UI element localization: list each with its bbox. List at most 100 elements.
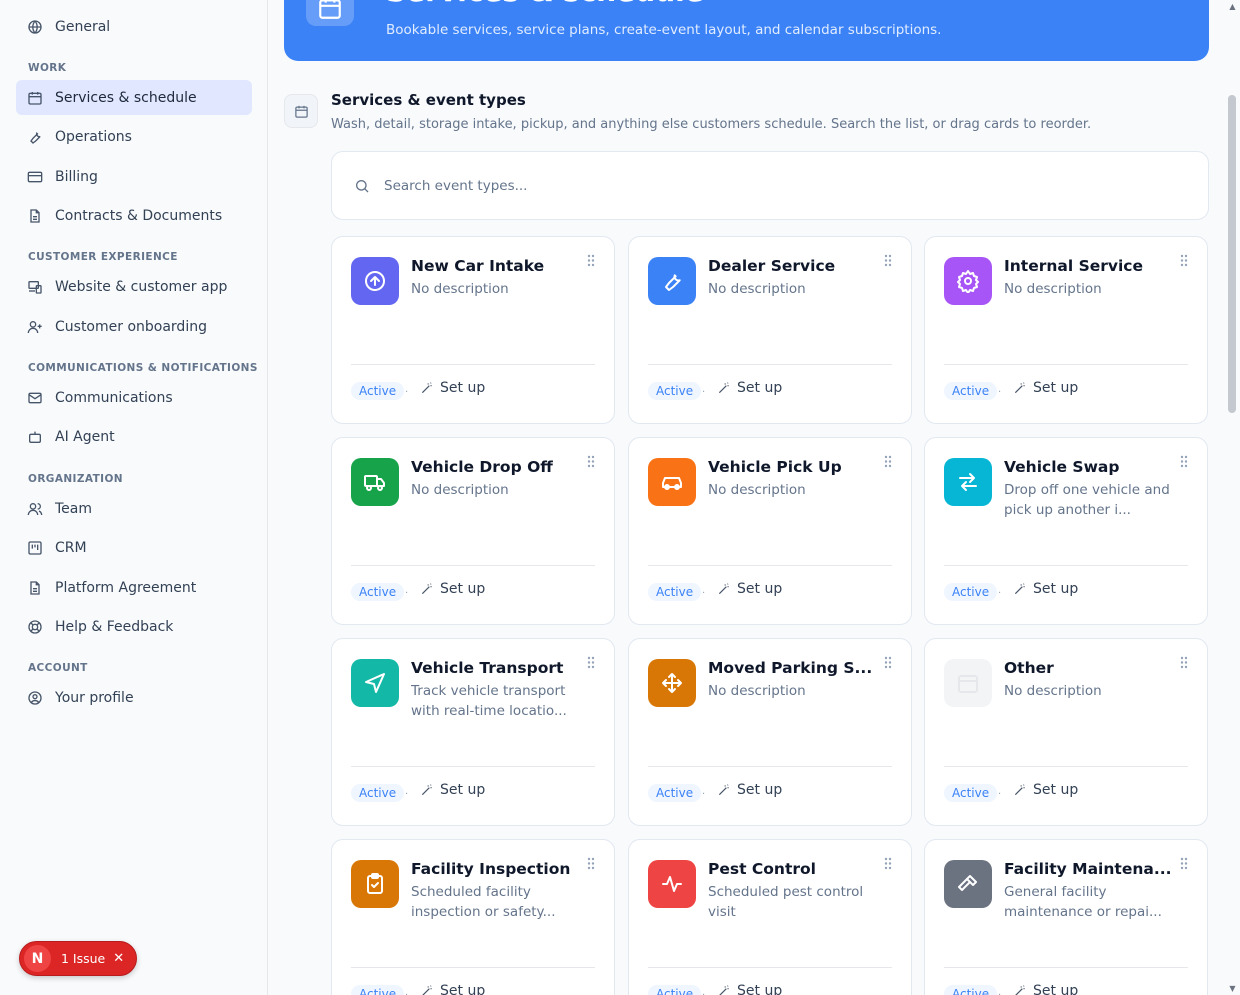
setup-label: Set up: [1033, 380, 1079, 396]
issue-count-label: 1 Issue: [61, 951, 106, 966]
scroll-up-arrow-icon[interactable]: ▲: [1228, 2, 1237, 11]
swap-arrows-icon: [944, 458, 992, 506]
card-description: Scheduled pest control visit: [708, 884, 864, 920]
drag-handle-icon[interactable]: [587, 254, 595, 267]
section-label-communications: Communications & Notifications: [28, 362, 258, 374]
drag-handle-icon[interactable]: [884, 656, 892, 669]
card-description: No description: [708, 683, 806, 699]
kanban-icon: [27, 540, 43, 556]
drag-handle-icon[interactable]: [587, 455, 595, 468]
event-type-card[interactable]: Vehicle Drop Off No description Active · Set…: [331, 437, 615, 625]
status-badge: Active: [648, 583, 702, 601]
sidebar-item-platform-agreement[interactable]: Platform Agreement: [16, 570, 252, 605]
section-label-organization: Organization: [28, 473, 123, 485]
setup-link[interactable]: Set up: [1013, 782, 1078, 798]
sidebar-item-team[interactable]: Team: [16, 491, 252, 526]
drag-handle-icon[interactable]: [1180, 455, 1188, 468]
sidebar-item-billing[interactable]: Billing: [16, 159, 252, 194]
sidebar-item-services-schedule[interactable]: Services & schedule: [16, 80, 252, 115]
event-type-card[interactable]: Other No description Active · Set up: [924, 638, 1208, 826]
drag-handle-icon[interactable]: [587, 656, 595, 669]
sidebar-item-your-profile[interactable]: Your profile: [16, 680, 252, 715]
lifebuoy-icon: [27, 619, 43, 635]
event-type-card[interactable]: Vehicle Swap Drop off one vehicle and pic…: [924, 437, 1208, 625]
setup-link[interactable]: Set up: [420, 380, 485, 396]
search-input[interactable]: [384, 177, 1084, 194]
sidebar-item-general[interactable]: General: [16, 9, 252, 44]
drag-handle-icon[interactable]: [884, 455, 892, 468]
setup-link[interactable]: Set up: [717, 983, 782, 995]
card-divider: [351, 364, 595, 365]
setup-link[interactable]: Set up: [1013, 983, 1078, 995]
sidebar-item-label: Communications: [55, 389, 173, 406]
sidebar-item-customer-onboarding[interactable]: Customer onboarding: [16, 309, 252, 344]
section-label-account: Account: [28, 662, 88, 674]
card-title: Vehicle Swap: [1004, 458, 1120, 476]
setup-label: Set up: [440, 782, 486, 798]
event-type-card[interactable]: New Car Intake No description Active · Set u…: [331, 236, 615, 424]
scrollbar-thumb[interactable]: [1228, 95, 1236, 413]
setup-label: Set up: [440, 380, 486, 396]
status-badge: Active: [351, 382, 405, 400]
magic-wand-icon: [719, 985, 729, 995]
calendar-icon: [27, 90, 43, 106]
setup-link[interactable]: Set up: [1013, 380, 1078, 396]
sidebar-item-communications[interactable]: Communications: [16, 380, 252, 415]
close-icon[interactable]: ✕: [113, 951, 124, 966]
search-icon: [356, 179, 369, 192]
drag-handle-icon[interactable]: [1180, 857, 1188, 870]
setup-label: Set up: [737, 983, 783, 995]
card-divider: [648, 967, 892, 968]
separator-dot: ·: [405, 588, 409, 599]
drag-handle-icon[interactable]: [1180, 656, 1188, 669]
setup-label: Set up: [1033, 983, 1079, 995]
sidebar-item-crm[interactable]: CRM: [16, 530, 252, 565]
event-type-card[interactable]: Facility Inspection Scheduled facility in…: [331, 839, 615, 995]
search-bar[interactable]: [331, 151, 1209, 220]
event-type-card[interactable]: Pest Control Scheduled pest control visit…: [628, 839, 912, 995]
devices-icon: [27, 279, 43, 295]
event-type-card[interactable]: Vehicle Transport Track vehicle transport…: [331, 638, 615, 826]
drag-handle-icon[interactable]: [884, 857, 892, 870]
setup-link[interactable]: Set up: [717, 380, 782, 396]
card-description: No description: [708, 281, 806, 297]
drag-handle-icon[interactable]: [884, 254, 892, 267]
setup-link[interactable]: Set up: [420, 782, 485, 798]
magic-wand-icon: [718, 382, 729, 394]
drag-handle-icon[interactable]: [1180, 254, 1188, 267]
issues-indicator[interactable]: N 1 Issue ✕: [19, 941, 137, 976]
magic-wand-icon: [421, 382, 432, 394]
separator-dot: ·: [998, 990, 1001, 995]
sidebar-item-help-feedback[interactable]: Help & Feedback: [16, 609, 252, 644]
status-badge: Active: [944, 985, 998, 995]
sidebar-item-operations[interactable]: Operations: [16, 119, 252, 154]
sidebar-item-ai-agent[interactable]: AI Agent: [16, 419, 252, 454]
sidebar-item-label: CRM: [55, 539, 87, 556]
separator-dot: ·: [702, 990, 705, 995]
card-description: Drop off one vehicle and pick up another…: [1004, 482, 1170, 518]
setup-link[interactable]: Set up: [1013, 581, 1078, 597]
event-type-card[interactable]: Moved Parking S... No description Active · S…: [628, 638, 912, 826]
card-description: No description: [1004, 683, 1102, 699]
event-type-card[interactable]: Internal Service No description Active · Set…: [924, 236, 1208, 424]
setup-link[interactable]: Set up: [717, 782, 782, 798]
sidebar-item-contracts[interactable]: Contracts & Documents: [16, 198, 252, 233]
setup-link[interactable]: Set up: [420, 581, 485, 597]
separator-dot: ·: [702, 588, 706, 599]
mail-icon: [27, 390, 43, 406]
magic-wand-icon: [421, 583, 432, 595]
setup-link[interactable]: Set up: [717, 581, 782, 597]
event-type-card[interactable]: Facility Maintena... General facility mai…: [924, 839, 1208, 995]
sidebar-item-label: Contracts & Documents: [55, 207, 223, 224]
sidebar-item-website-app[interactable]: Website & customer app: [16, 269, 252, 304]
separator-dot: ·: [702, 387, 706, 398]
event-type-card[interactable]: Dealer Service No description Active · Set u…: [628, 236, 912, 424]
card-divider: [944, 364, 1188, 365]
section-label-customer-experience: Customer Experience: [28, 251, 178, 263]
event-type-card[interactable]: Vehicle Pick Up No description Active · Set …: [628, 437, 912, 625]
card-description: No description: [708, 482, 806, 498]
setup-link[interactable]: Set up: [420, 983, 485, 995]
drag-handle-icon[interactable]: [587, 857, 595, 870]
scroll-down-arrow-icon[interactable]: ▼: [1228, 984, 1237, 993]
card-divider: [351, 766, 595, 767]
